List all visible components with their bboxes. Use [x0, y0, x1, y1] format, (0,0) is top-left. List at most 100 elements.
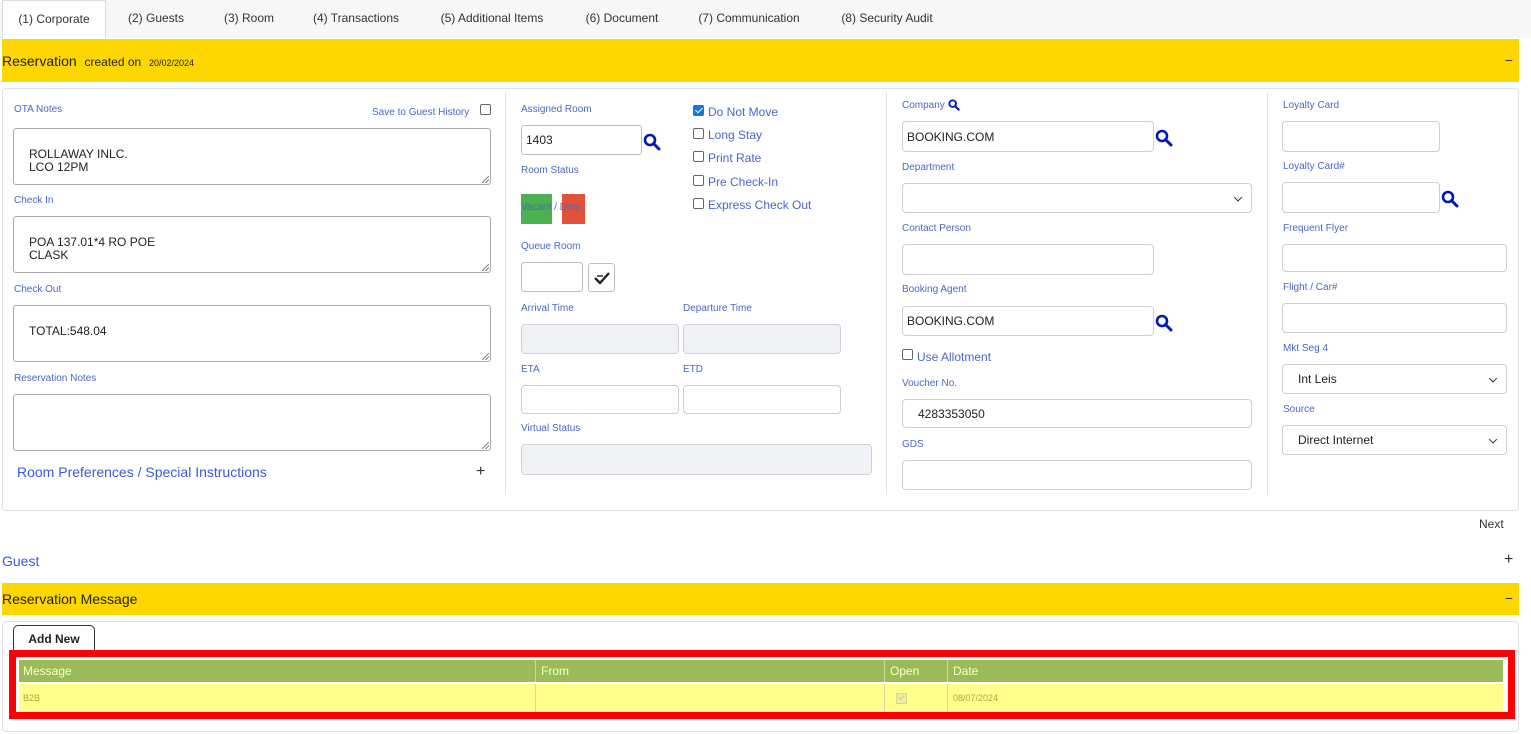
- save-history-label: Save to Guest History: [372, 107, 470, 118]
- virtual-status-input[interactable]: [521, 444, 872, 475]
- ota-notes-textarea[interactable]: ROLLAWAY INLC. LCO 12PM: [13, 128, 491, 185]
- tab-guests[interactable]: (2) Guests: [110, 0, 202, 38]
- guest-section-title[interactable]: Guest: [2, 553, 39, 569]
- column-header-open[interactable]: Open: [886, 660, 946, 682]
- reservation-message-title: Reservation Message: [2, 591, 138, 607]
- column-header-date[interactable]: Date: [949, 660, 1489, 682]
- tab-document[interactable]: (6) Document: [576, 0, 668, 38]
- reservation-message-header[interactable]: Reservation Message −: [2, 583, 1519, 615]
- reservation-title-text: Reservation: [2, 53, 77, 69]
- resize-grip-icon[interactable]: [482, 264, 489, 271]
- search-icon[interactable]: [1155, 314, 1173, 332]
- source-value: Direct Internet: [1298, 433, 1374, 447]
- contact-person-label: Contact Person: [902, 223, 971, 234]
- tab-corporate[interactable]: (1) Corporate: [2, 0, 106, 38]
- loyalty-card-input[interactable]: [1282, 121, 1440, 152]
- reservation-notes-textarea[interactable]: [13, 394, 491, 451]
- loyalty-card-label: Loyalty Card: [1283, 100, 1340, 111]
- arrival-time-input[interactable]: [521, 324, 679, 354]
- tab-transactions[interactable]: (4) Transactions: [300, 0, 412, 38]
- queue-room-input[interactable]: [521, 262, 583, 292]
- chevron-down-icon: [1488, 435, 1498, 444]
- ota-notes-label: OTA Notes: [14, 104, 63, 115]
- department-select[interactable]: [902, 183, 1252, 213]
- voucher-value: 4283353050: [918, 406, 985, 421]
- source-select[interactable]: Direct Internet: [1282, 425, 1507, 455]
- etd-input[interactable]: [683, 385, 841, 414]
- tab-communication[interactable]: (7) Communication: [688, 0, 810, 38]
- pre-checkin-checkbox[interactable]: [693, 175, 704, 186]
- column-divider: [947, 660, 948, 682]
- save-history-checkbox[interactable]: [480, 104, 491, 115]
- column-divider: [505, 92, 506, 495]
- collapse-message-button[interactable]: −: [1505, 590, 1513, 606]
- created-date: 20/02/2024: [148, 58, 195, 68]
- use-allotment-label: Use Allotment: [917, 350, 992, 364]
- collapse-reservation-button[interactable]: −: [1505, 52, 1513, 68]
- next-button[interactable]: Next: [1479, 517, 1504, 531]
- assigned-room-input[interactable]: 1403: [521, 125, 642, 155]
- column-header-from[interactable]: From: [537, 660, 883, 682]
- voucher-input[interactable]: 4283353050: [902, 399, 1252, 428]
- column-divider: [886, 92, 887, 495]
- company-search-icon[interactable]: [948, 99, 960, 111]
- column-divider: [535, 660, 536, 682]
- room-status-label: Room Status: [521, 165, 579, 176]
- company-input[interactable]: BOOKING.COM: [902, 121, 1154, 152]
- column-divider: [535, 684, 536, 712]
- room-preferences-link[interactable]: Room Preferences / Special Instructions: [17, 464, 267, 480]
- long-stay-checkbox[interactable]: [693, 128, 704, 139]
- departure-time-input[interactable]: [683, 324, 841, 354]
- expand-room-preferences-button[interactable]: +: [476, 463, 485, 481]
- flight-car-input[interactable]: [1282, 303, 1507, 333]
- department-label: Department: [902, 162, 955, 173]
- long-stay-label: Long Stay: [708, 128, 763, 142]
- print-rate-checkbox[interactable]: [693, 151, 704, 162]
- print-rate-label: Print Rate: [708, 151, 762, 165]
- reservation-header[interactable]: Reservation created on 20/02/2024 −: [2, 39, 1519, 82]
- ota-notes-value: ROLLAWAY INLC. LCO 12PM: [29, 147, 128, 174]
- use-allotment-checkbox[interactable]: [902, 349, 913, 360]
- add-new-tab-button[interactable]: Add New: [13, 625, 95, 652]
- do-not-move-label: Do Not Move: [708, 105, 779, 119]
- search-icon[interactable]: [1155, 129, 1173, 147]
- tab-security-audit[interactable]: (8) Security Audit: [826, 0, 948, 38]
- check-in-value: POA 137.01*4 RO POE CLASK: [29, 235, 156, 262]
- queue-check-icon: [593, 271, 610, 285]
- frequent-flyer-input[interactable]: [1282, 244, 1507, 272]
- queue-room-button[interactable]: [588, 263, 615, 292]
- tab-room[interactable]: (3) Room: [208, 0, 290, 38]
- table-row[interactable]: B2B 08/07/2024: [19, 684, 1503, 712]
- eta-label: ETA: [521, 364, 540, 375]
- tab-additional-items[interactable]: (5) Additional Items: [426, 0, 558, 38]
- search-icon[interactable]: [1441, 190, 1459, 208]
- gds-input[interactable]: [902, 460, 1252, 490]
- resize-grip-icon[interactable]: [482, 176, 489, 183]
- resize-grip-icon[interactable]: [482, 353, 489, 360]
- frequent-flyer-label: Frequent Flyer: [1283, 223, 1349, 234]
- queue-room-label: Queue Room: [521, 241, 581, 252]
- check-in-textarea[interactable]: POA 137.01*4 RO POE CLASK: [13, 216, 491, 273]
- mkt-seg-select[interactable]: Int Leis: [1282, 364, 1507, 394]
- contact-person-input[interactable]: [902, 244, 1154, 275]
- booking-agent-input[interactable]: BOOKING.COM: [902, 306, 1154, 336]
- express-checkout-checkbox[interactable]: [693, 198, 704, 209]
- expand-guest-button[interactable]: +: [1504, 551, 1513, 569]
- search-icon[interactable]: [643, 133, 661, 151]
- status-dirty-text: Dirty: [559, 202, 581, 213]
- chevron-down-icon: [1488, 374, 1498, 383]
- do-not-move-checkbox[interactable]: [693, 105, 704, 116]
- column-header-message[interactable]: Message: [19, 660, 535, 682]
- reservation-title: Reservation created on 20/02/2024: [2, 53, 194, 69]
- company-value: BOOKING.COM: [907, 129, 995, 144]
- mkt-seg-label: Mkt Seg 4: [1283, 343, 1329, 354]
- loyalty-card-number-input[interactable]: [1282, 182, 1440, 213]
- check-out-label: Check Out: [14, 284, 62, 295]
- resize-grip-icon[interactable]: [482, 442, 489, 449]
- check-out-textarea[interactable]: TOTAL:548.04: [13, 305, 491, 362]
- etd-label: ETD: [683, 364, 703, 375]
- booking-agent-label: Booking Agent: [902, 284, 967, 295]
- gds-label: GDS: [902, 439, 924, 450]
- open-checkbox[interactable]: [896, 692, 907, 704]
- eta-input[interactable]: [521, 385, 679, 414]
